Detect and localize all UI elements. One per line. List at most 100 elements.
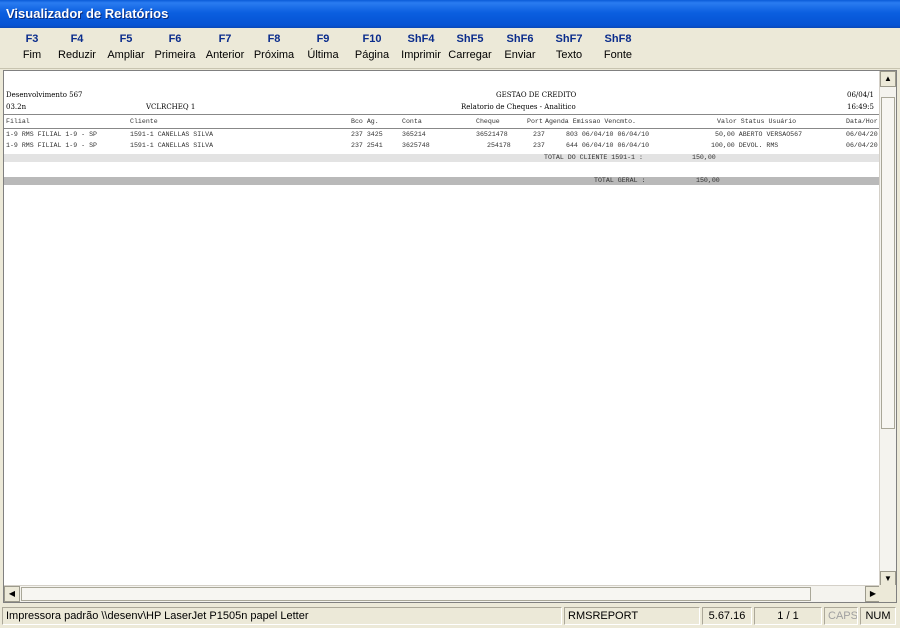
row-filial: 1-9 RMS FILIAL 1-9 - SP — [6, 131, 98, 138]
status-num-indicator: NUM — [860, 607, 896, 625]
column-header-cliente: Cliente — [130, 118, 158, 125]
load-key: ShF5 — [456, 33, 484, 45]
print-button[interactable]: ShF4 Imprimir — [397, 32, 445, 62]
row-agenda-emissao-vencto: 644 06/04/10 06/04/10 — [566, 142, 650, 149]
scroll-left-arrow-icon[interactable]: ◀ — [4, 586, 20, 602]
scrollbar-corner — [879, 585, 896, 602]
send-label: Enviar — [504, 49, 536, 61]
report-system: GESTAO DE CREDITO — [496, 91, 577, 99]
end-label: Fim — [22, 49, 42, 61]
window-title: Visualizador de Relatórios — [6, 6, 169, 21]
row-conta: 365214 — [402, 131, 426, 138]
last-page-key: F9 — [316, 33, 330, 45]
report-date: 06/04/1 — [847, 91, 874, 99]
report-page: Desenvolvimento 567 GESTAO DE CREDITO 06… — [4, 71, 881, 587]
row-agenda-emissao-vencto: 803 06/04/10 06/04/10 — [566, 131, 650, 138]
row-valor-status-usuario: 100,00 DEVOL. RMS — [711, 142, 779, 149]
header-divider — [4, 114, 881, 115]
previous-page-label: Anterior — [205, 49, 245, 61]
end-key: F3 — [25, 33, 39, 45]
last-page-label: Última — [307, 49, 339, 61]
row-cheque: 254178 — [487, 142, 511, 149]
column-header-data-hora: Data/Hor — [846, 118, 878, 125]
send-button[interactable]: ShF6 Enviar — [496, 32, 544, 62]
report-time: 16:49:5 — [847, 103, 874, 111]
row-valor-status-usuario: 50,00 ABERTO VERSAO567 — [715, 131, 803, 138]
row-port: 237 — [533, 142, 545, 149]
zoom-out-label: Reduzir — [58, 49, 96, 61]
row-cheque: 36521478 — [476, 131, 508, 138]
first-page-key: F6 — [168, 33, 182, 45]
zoom-in-key: F5 — [119, 33, 133, 45]
text-button[interactable]: ShF7 Texto — [545, 32, 593, 62]
grand-total-label: TOTAL GERAL : — [594, 177, 646, 184]
status-module: RMSREPORT — [564, 607, 700, 625]
column-header-valor-status-usuario: Valor Status Usuário — [717, 118, 797, 125]
grand-total-band — [4, 177, 881, 185]
last-page-button[interactable]: F9 Última — [299, 32, 347, 62]
font-button[interactable]: ShF8 Fonte — [594, 32, 642, 62]
row-port: 237 — [533, 131, 545, 138]
horizontal-scroll-thumb[interactable] — [21, 587, 811, 601]
column-header-cheque: Cheque — [476, 118, 500, 125]
report-version: 03.2n — [6, 103, 27, 111]
status-printer: Impressora padrão \\desenv\HP LaserJet P… — [2, 607, 562, 625]
column-header-port: Port — [527, 118, 543, 125]
client-total-value: 150,00 — [692, 154, 716, 161]
status-page: 1 / 1 — [754, 607, 822, 625]
row-cliente: 1591-1 CANELLAS SILVA — [130, 142, 214, 149]
report-title: Relatorio de Cheques - Analitico — [461, 103, 576, 111]
row-data-hora: 06/04/20 — [846, 131, 878, 138]
column-header-bco-ag: Bco Ag. — [351, 118, 379, 125]
next-page-label: Próxima — [253, 49, 295, 61]
first-page-label: Primeira — [154, 49, 196, 61]
report-company: Desenvolvimento 567 — [6, 91, 83, 99]
status-bar: Impressora padrão \\desenv\HP LaserJet P… — [0, 604, 900, 628]
column-header-agenda-emissao-vencto: Agenda Emissao Vencmto. — [545, 118, 637, 125]
scroll-up-arrow-icon[interactable]: ▲ — [880, 71, 896, 87]
load-label: Carregar — [448, 49, 492, 61]
row-filial: 1-9 RMS FILIAL 1-9 - SP — [6, 142, 98, 149]
horizontal-scrollbar[interactable]: ◀ ▶ — [4, 585, 881, 602]
toolbar: F3 Fim F4 Reduzir F5 Ampliar F6 Primeira F7 A… — [0, 28, 900, 69]
row-bco-ag: 237 3425 — [351, 131, 383, 138]
go-to-page-label: Página — [354, 49, 390, 61]
print-key: ShF4 — [407, 33, 435, 45]
column-header-conta: Conta — [402, 118, 422, 125]
status-version: 5.67.16 — [702, 607, 752, 625]
next-page-button[interactable]: F8 Próxima — [250, 32, 298, 62]
font-label: Fonte — [603, 49, 633, 61]
end-button[interactable]: F3 Fim — [8, 32, 56, 62]
send-key: ShF6 — [506, 33, 534, 45]
font-key: ShF8 — [604, 33, 632, 45]
zoom-out-key: F4 — [70, 33, 84, 45]
report-viewer: Desenvolvimento 567 GESTAO DE CREDITO 06… — [3, 70, 897, 603]
go-to-page-key: F10 — [362, 33, 382, 45]
text-key: ShF7 — [555, 33, 583, 45]
window-title-bar: Visualizador de Relatórios — [0, 0, 900, 28]
row-bco-ag: 237 2541 — [351, 142, 383, 149]
column-header-filial: Filial — [6, 118, 30, 125]
zoom-out-button[interactable]: F4 Reduzir — [53, 32, 101, 62]
go-to-page-button[interactable]: F10 Página — [348, 32, 396, 62]
first-page-button[interactable]: F6 Primeira — [151, 32, 199, 62]
report-program: VCLRCHEQ 1 — [146, 103, 196, 111]
next-page-key: F8 — [267, 33, 281, 45]
vertical-scrollbar[interactable]: ▲ ▼ — [879, 71, 896, 587]
zoom-in-label: Ampliar — [107, 49, 145, 61]
load-button[interactable]: ShF5 Carregar — [446, 32, 494, 62]
print-label: Imprimir — [401, 49, 441, 61]
row-cliente: 1591-1 CANELLAS SILVA — [130, 131, 214, 138]
text-label: Texto — [555, 49, 583, 61]
column-divider — [4, 128, 881, 129]
row-conta: 3625748 — [402, 142, 430, 149]
vertical-scroll-thumb[interactable] — [881, 97, 895, 429]
row-data-hora: 06/04/20 — [846, 142, 878, 149]
previous-page-key: F7 — [218, 33, 232, 45]
grand-total-value: 150,00 — [696, 177, 720, 184]
zoom-in-button[interactable]: F5 Ampliar — [102, 32, 150, 62]
status-caps-indicator: CAPS — [824, 607, 858, 625]
previous-page-button[interactable]: F7 Anterior — [201, 32, 249, 62]
client-total-label: TOTAL DO CLIENTE 1591-1 : — [544, 154, 643, 161]
client-total-band — [4, 154, 881, 162]
